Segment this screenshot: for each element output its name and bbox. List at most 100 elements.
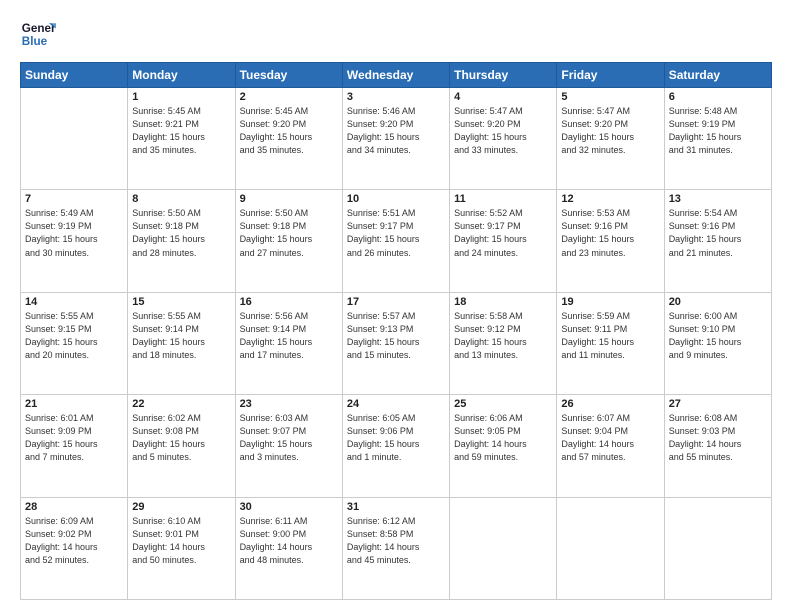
day-info: Sunrise: 5:56 AMSunset: 9:14 PMDaylight:… xyxy=(240,310,338,362)
calendar-cell: 26 Sunrise: 6:07 AMSunset: 9:04 PMDayligh… xyxy=(557,395,664,497)
page: General Blue SundayMondayTuesdayWednesda… xyxy=(0,0,792,612)
day-info: Sunrise: 6:11 AMSunset: 9:00 PMDaylight:… xyxy=(240,515,338,567)
calendar-cell: 19Sunrise: 5:59 AMSunset: 9:11 PMDayligh… xyxy=(557,292,664,394)
day-number: 29 xyxy=(132,501,230,513)
weekday-header-sunday: Sunday xyxy=(21,63,128,88)
day-number: 27 xyxy=(669,398,767,410)
calendar-table: SundayMondayTuesdayWednesdayThursdayFrid… xyxy=(20,62,772,600)
calendar-cell: 20 Sunrise: 6:00 AMSunset: 9:10 PMDayligh… xyxy=(664,292,771,394)
calendar-cell: 9 Sunrise: 5:50 AMSunset: 9:18 PMDaylight… xyxy=(235,190,342,292)
calendar-cell xyxy=(450,497,557,599)
day-number: 31 xyxy=(347,501,445,513)
calendar-cell: 21 Sunrise: 6:01 AMSunset: 9:09 PMDayligh… xyxy=(21,395,128,497)
calendar-cell xyxy=(557,497,664,599)
day-info: Sunrise: 6:00 AMSunset: 9:10 PMDaylight:… xyxy=(669,310,767,362)
calendar-cell: 5 Sunrise: 5:47 AMSunset: 9:20 PMDaylight… xyxy=(557,88,664,190)
calendar-cell: 15 Sunrise: 5:55 AMSunset: 9:14 PMDayligh… xyxy=(128,292,235,394)
day-info: Sunrise: 6:09 AMSunset: 9:02 PMDaylight:… xyxy=(25,515,123,567)
calendar-cell: 31 Sunrise: 6:12 AMSunset: 8:58 PMDayligh… xyxy=(342,497,449,599)
weekday-header-thursday: Thursday xyxy=(450,63,557,88)
day-info: Sunrise: 5:52 AMSunset: 9:17 PMDaylight:… xyxy=(454,207,552,259)
day-number: 14 xyxy=(25,296,123,308)
calendar-cell: 14Sunrise: 5:55 AMSunset: 9:15 PMDayligh… xyxy=(21,292,128,394)
calendar-cell: 22Sunrise: 6:02 AMSunset: 9:08 PMDayligh… xyxy=(128,395,235,497)
day-number: 25 xyxy=(454,398,552,410)
calendar-cell: 30 Sunrise: 6:11 AMSunset: 9:00 PMDayligh… xyxy=(235,497,342,599)
calendar-cell: 17Sunrise: 5:57 AMSunset: 9:13 PMDayligh… xyxy=(342,292,449,394)
day-info: Sunrise: 5:47 AMSunset: 9:20 PMDaylight:… xyxy=(561,105,659,157)
weekday-header-saturday: Saturday xyxy=(664,63,771,88)
day-info: Sunrise: 5:50 AMSunset: 9:18 PMDaylight:… xyxy=(132,207,230,259)
weekday-header-row: SundayMondayTuesdayWednesdayThursdayFrid… xyxy=(21,63,772,88)
day-number: 28 xyxy=(25,501,123,513)
day-number: 15 xyxy=(132,296,230,308)
day-number: 24 xyxy=(347,398,445,410)
day-info: Sunrise: 5:46 AMSunset: 9:20 PMDaylight:… xyxy=(347,105,445,157)
logo-icon: General Blue xyxy=(20,16,56,52)
day-number: 19 xyxy=(561,296,659,308)
day-number: 6 xyxy=(669,91,767,103)
day-number: 9 xyxy=(240,193,338,205)
day-info: Sunrise: 5:47 AMSunset: 9:20 PMDaylight:… xyxy=(454,105,552,157)
day-number: 13 xyxy=(669,193,767,205)
day-info: Sunrise: 5:51 AMSunset: 9:17 PMDaylight:… xyxy=(347,207,445,259)
weekday-header-monday: Monday xyxy=(128,63,235,88)
day-info: Sunrise: 5:55 AMSunset: 9:14 PMDaylight:… xyxy=(132,310,230,362)
svg-text:Blue: Blue xyxy=(22,35,48,48)
day-number: 23 xyxy=(240,398,338,410)
calendar-cell: 4 Sunrise: 5:47 AMSunset: 9:20 PMDaylight… xyxy=(450,88,557,190)
day-info: Sunrise: 6:02 AMSunset: 9:08 PMDaylight:… xyxy=(132,412,230,464)
day-info: Sunrise: 5:45 AMSunset: 9:21 PMDaylight:… xyxy=(132,105,230,157)
day-number: 3 xyxy=(347,91,445,103)
day-number: 5 xyxy=(561,91,659,103)
calendar-cell: 1 Sunrise: 5:45 AMSunset: 9:21 PMDaylight… xyxy=(128,88,235,190)
day-info: Sunrise: 6:12 AMSunset: 8:58 PMDaylight:… xyxy=(347,515,445,567)
week-row-2: 7Sunrise: 5:49 AMSunset: 9:19 PMDaylight… xyxy=(21,190,772,292)
calendar-cell: 16Sunrise: 5:56 AMSunset: 9:14 PMDayligh… xyxy=(235,292,342,394)
day-info: Sunrise: 6:03 AMSunset: 9:07 PMDaylight:… xyxy=(240,412,338,464)
logo: General Blue xyxy=(20,16,56,52)
calendar-cell: 8 Sunrise: 5:50 AMSunset: 9:18 PMDaylight… xyxy=(128,190,235,292)
day-info: Sunrise: 6:07 AMSunset: 9:04 PMDaylight:… xyxy=(561,412,659,464)
day-info: Sunrise: 6:10 AMSunset: 9:01 PMDaylight:… xyxy=(132,515,230,567)
day-number: 21 xyxy=(25,398,123,410)
calendar-cell: 11 Sunrise: 5:52 AMSunset: 9:17 PMDayligh… xyxy=(450,190,557,292)
day-number: 2 xyxy=(240,91,338,103)
calendar-cell: 10 Sunrise: 5:51 AMSunset: 9:17 PMDayligh… xyxy=(342,190,449,292)
day-number: 18 xyxy=(454,296,552,308)
weekday-header-wednesday: Wednesday xyxy=(342,63,449,88)
calendar-cell xyxy=(664,497,771,599)
day-info: Sunrise: 6:06 AMSunset: 9:05 PMDaylight:… xyxy=(454,412,552,464)
day-info: Sunrise: 6:01 AMSunset: 9:09 PMDaylight:… xyxy=(25,412,123,464)
calendar-cell: 13 Sunrise: 5:54 AMSunset: 9:16 PMDayligh… xyxy=(664,190,771,292)
calendar-cell: 6Sunrise: 5:48 AMSunset: 9:19 PMDaylight… xyxy=(664,88,771,190)
day-number: 20 xyxy=(669,296,767,308)
day-number: 11 xyxy=(454,193,552,205)
day-number: 10 xyxy=(347,193,445,205)
day-number: 7 xyxy=(25,193,123,205)
week-row-3: 14Sunrise: 5:55 AMSunset: 9:15 PMDayligh… xyxy=(21,292,772,394)
calendar-cell: 28 Sunrise: 6:09 AMSunset: 9:02 PMDayligh… xyxy=(21,497,128,599)
calendar-cell: 25 Sunrise: 6:06 AMSunset: 9:05 PMDayligh… xyxy=(450,395,557,497)
calendar-cell xyxy=(21,88,128,190)
day-number: 26 xyxy=(561,398,659,410)
day-info: Sunrise: 5:50 AMSunset: 9:18 PMDaylight:… xyxy=(240,207,338,259)
calendar-cell: 12 Sunrise: 5:53 AMSunset: 9:16 PMDayligh… xyxy=(557,190,664,292)
day-info: Sunrise: 5:45 AMSunset: 9:20 PMDaylight:… xyxy=(240,105,338,157)
day-info: Sunrise: 5:54 AMSunset: 9:16 PMDaylight:… xyxy=(669,207,767,259)
day-info: Sunrise: 5:53 AMSunset: 9:16 PMDaylight:… xyxy=(561,207,659,259)
day-number: 17 xyxy=(347,296,445,308)
day-number: 8 xyxy=(132,193,230,205)
calendar-cell: 2 Sunrise: 5:45 AMSunset: 9:20 PMDaylight… xyxy=(235,88,342,190)
calendar-cell: 23 Sunrise: 6:03 AMSunset: 9:07 PMDayligh… xyxy=(235,395,342,497)
day-number: 12 xyxy=(561,193,659,205)
calendar-cell: 24Sunrise: 6:05 AMSunset: 9:06 PMDayligh… xyxy=(342,395,449,497)
week-row-5: 28 Sunrise: 6:09 AMSunset: 9:02 PMDayligh… xyxy=(21,497,772,599)
day-number: 1 xyxy=(132,91,230,103)
day-number: 30 xyxy=(240,501,338,513)
weekday-header-friday: Friday xyxy=(557,63,664,88)
header: General Blue xyxy=(20,16,772,52)
calendar-cell: 7Sunrise: 5:49 AMSunset: 9:19 PMDaylight… xyxy=(21,190,128,292)
calendar-cell: 3 Sunrise: 5:46 AMSunset: 9:20 PMDaylight… xyxy=(342,88,449,190)
day-number: 4 xyxy=(454,91,552,103)
